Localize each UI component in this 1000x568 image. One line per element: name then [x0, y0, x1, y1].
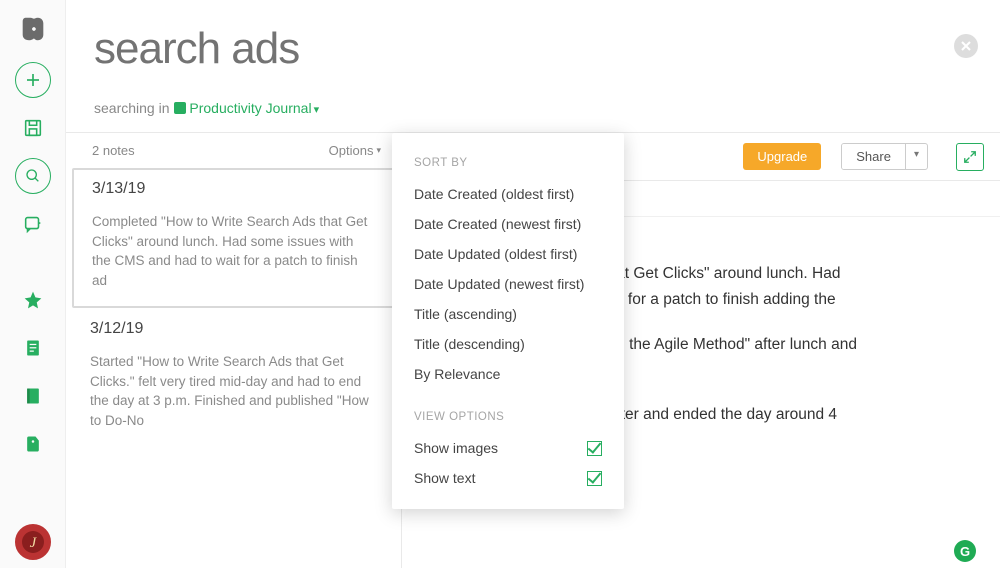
- note-date: 3/13/19: [92, 180, 375, 198]
- save-icon[interactable]: [15, 110, 51, 146]
- options-dropdown: SORT BY Date Created (oldest first) Date…: [392, 133, 624, 509]
- side-rail: J: [0, 0, 66, 568]
- context-prefix: searching in: [94, 100, 170, 116]
- sort-option[interactable]: Date Updated (oldest first): [392, 239, 624, 269]
- workchat-icon[interactable]: [15, 206, 51, 242]
- note-preview: Completed "How to Write Search Ads that …: [92, 212, 375, 290]
- note-count: 2 notes: [92, 143, 135, 158]
- new-note-button[interactable]: [15, 62, 51, 98]
- notebook-icon: [174, 102, 186, 114]
- main-panel: search ads searching in Productivity Jou…: [66, 0, 1000, 568]
- note-date: 3/12/19: [90, 320, 377, 338]
- star-icon[interactable]: [15, 282, 51, 318]
- search-button[interactable]: [15, 158, 51, 194]
- app-logo: [16, 12, 50, 46]
- grammarly-icon[interactable]: G: [954, 540, 976, 562]
- sort-option[interactable]: Date Created (newest first): [392, 209, 624, 239]
- share-dropdown-button[interactable]: ▾: [905, 144, 927, 169]
- sort-option[interactable]: Title (ascending): [392, 299, 624, 329]
- search-header: search ads searching in Productivity Jou…: [66, 0, 1000, 132]
- note-card[interactable]: 3/12/19 Started "How to Write Search Ads…: [66, 308, 401, 448]
- sort-option[interactable]: Date Created (oldest first): [392, 179, 624, 209]
- context-notebook: Productivity Journal: [189, 100, 311, 116]
- share-button[interactable]: Share: [842, 144, 905, 169]
- note-card[interactable]: 3/13/19 Completed "How to Write Search A…: [72, 168, 395, 308]
- upgrade-button[interactable]: Upgrade: [743, 143, 821, 170]
- sort-by-heading: SORT BY: [392, 151, 624, 179]
- view-options-heading: VIEW OPTIONS: [392, 405, 624, 433]
- note-list: 2 notes Options ▾ 3/13/19 Completed "How…: [66, 133, 402, 568]
- notebooks-icon[interactable]: [15, 378, 51, 414]
- chevron-down-icon: ▾: [314, 104, 320, 116]
- sort-option[interactable]: Date Updated (newest first): [392, 269, 624, 299]
- chevron-down-icon: ▾: [376, 145, 381, 156]
- view-option-show-images[interactable]: Show images: [392, 433, 624, 463]
- list-options-button[interactable]: Options ▾: [329, 143, 381, 158]
- sort-option[interactable]: Title (descending): [392, 329, 624, 359]
- expand-icon[interactable]: [956, 143, 984, 171]
- search-query[interactable]: search ads: [94, 24, 972, 74]
- account-avatar[interactable]: J: [15, 524, 51, 560]
- checkbox-checked-icon: [587, 471, 602, 486]
- sort-option[interactable]: By Relevance: [392, 359, 624, 389]
- checkbox-checked-icon: [587, 441, 602, 456]
- notes-icon[interactable]: [15, 330, 51, 366]
- close-search-button[interactable]: [954, 34, 978, 58]
- tags-icon[interactable]: [15, 426, 51, 462]
- note-preview: Started "How to Write Search Ads that Ge…: [90, 352, 377, 430]
- view-option-show-text[interactable]: Show text: [392, 463, 624, 493]
- search-context[interactable]: searching in Productivity Journal▾: [94, 100, 972, 116]
